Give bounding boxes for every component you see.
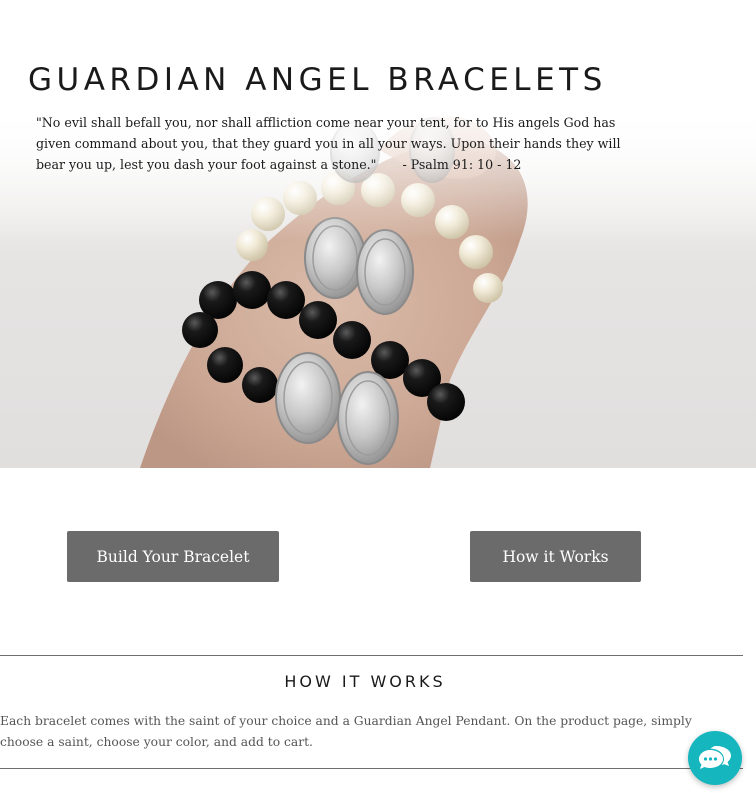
how-it-works-button[interactable]: How it Works (470, 531, 641, 582)
quote-citation: - Psalm 91: 10 - 12 (402, 157, 522, 172)
hero-quote: "No evil shall befall you, nor shall aff… (36, 112, 626, 175)
quote-text: "No evil shall befall you, nor shall aff… (36, 115, 621, 172)
page-title: GUARDIAN ANGEL BRACELETS (28, 62, 607, 98)
how-it-works-text: Each bracelet comes with the saint of yo… (0, 714, 692, 749)
hero-banner: GUARDIAN ANGEL BRACELETS "No evil shall … (0, 0, 756, 468)
chat-bubbles-icon (699, 746, 731, 769)
section-divider-bottom (0, 768, 743, 769)
section-divider-top (0, 655, 743, 656)
page: GUARDIAN ANGEL BRACELETS "No evil shall … (0, 0, 756, 793)
how-it-works-heading: HOW IT WORKS (284, 672, 446, 691)
chat-widget-button[interactable] (688, 731, 742, 785)
build-your-bracelet-button[interactable]: Build Your Bracelet (67, 531, 279, 582)
